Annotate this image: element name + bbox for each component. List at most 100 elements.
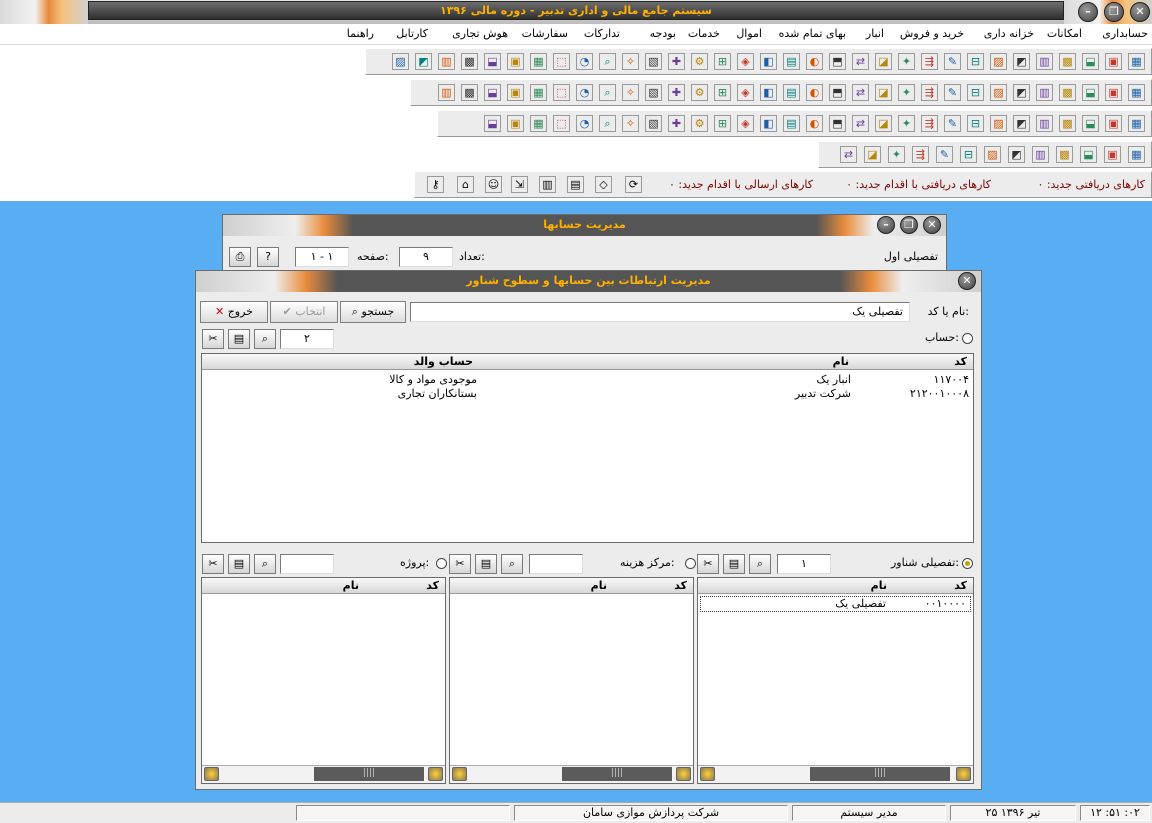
menu-cost-price[interactable]: بهای تمام شده bbox=[779, 27, 846, 40]
menu-budget[interactable]: بودجه bbox=[650, 27, 676, 40]
toolbar-icon[interactable]: ▨ bbox=[392, 53, 409, 70]
menu-treasury[interactable]: خزانه داری bbox=[984, 27, 1034, 40]
toolbar-icon[interactable]: ⇶ bbox=[921, 84, 938, 101]
toolbar-icon[interactable]: ✦ bbox=[898, 115, 915, 132]
toolbar-icon[interactable]: ▨ bbox=[990, 84, 1007, 101]
key-icon[interactable]: ⚷ bbox=[427, 176, 444, 193]
project-count-field[interactable] bbox=[280, 554, 334, 574]
help-icon[interactable]: ? bbox=[257, 247, 279, 267]
scroll-left-icon[interactable] bbox=[700, 767, 715, 781]
menu-procurement[interactable]: تدارکات bbox=[584, 27, 620, 40]
clear-icon[interactable]: ✂ bbox=[202, 554, 224, 574]
scroll-right-icon[interactable] bbox=[428, 767, 443, 781]
document-icon[interactable]: ▥ bbox=[539, 176, 556, 193]
account-count-field[interactable]: ۲ bbox=[280, 329, 334, 349]
col-code[interactable]: کد bbox=[674, 579, 687, 592]
print-icon[interactable]: ⎙ bbox=[229, 247, 251, 267]
toolbar-icon[interactable]: ⊞ bbox=[714, 84, 731, 101]
toolbar-icon[interactable]: ✧ bbox=[622, 84, 639, 101]
scroll-left-icon[interactable] bbox=[204, 767, 219, 781]
toolbar-icon[interactable]: ▣ bbox=[507, 84, 524, 101]
toolbar-icon[interactable]: ⚙ bbox=[691, 115, 708, 132]
scroll-thumb[interactable]: |||| bbox=[314, 767, 424, 781]
toolbar-icon[interactable]: ✧ bbox=[622, 115, 639, 132]
toolbar-icon[interactable]: ◈ bbox=[737, 115, 754, 132]
toolbar-icon[interactable]: ▦ bbox=[530, 115, 547, 132]
toolbar-icon[interactable]: ⇶ bbox=[912, 146, 929, 163]
toolbar-icon[interactable]: ▣ bbox=[507, 115, 524, 132]
scroll-thumb[interactable]: |||| bbox=[810, 767, 950, 781]
toolbar-icon[interactable]: ⬓ bbox=[1082, 115, 1099, 132]
toolbar-icon[interactable]: ▥ bbox=[1036, 84, 1053, 101]
list-icon[interactable]: ▤ bbox=[228, 554, 250, 574]
toolbar-icon[interactable]: ◐ bbox=[806, 84, 823, 101]
toolbar-icon[interactable]: ◩ bbox=[1013, 115, 1030, 132]
toolbar-icon[interactable]: ⊞ bbox=[714, 115, 731, 132]
col-parent[interactable]: حساب والد bbox=[414, 355, 473, 368]
toolbar-icon[interactable]: ⊞ bbox=[714, 53, 731, 70]
toolbar-icon[interactable]: ▦ bbox=[1128, 115, 1145, 132]
scroll-left-icon[interactable] bbox=[452, 767, 467, 781]
toolbar-icon[interactable]: ▥ bbox=[438, 84, 455, 101]
toolbar-icon[interactable]: ▩ bbox=[461, 53, 478, 70]
toolbar-icon[interactable]: ⌕ bbox=[599, 84, 616, 101]
clear-icon[interactable]: ✂ bbox=[202, 329, 224, 349]
toolbar-icon[interactable]: ▧ bbox=[645, 115, 662, 132]
toolbar-icon[interactable]: ⬒ bbox=[829, 115, 846, 132]
toolbar-icon[interactable]: ▦ bbox=[1128, 53, 1145, 70]
toolbar-icon[interactable]: ◧ bbox=[760, 84, 777, 101]
toolbar-icon[interactable]: ▥ bbox=[1032, 146, 1049, 163]
toolbar-icon[interactable]: ▩ bbox=[1059, 115, 1076, 132]
toolbar-icon[interactable]: ▥ bbox=[1036, 53, 1053, 70]
toolbar-icon[interactable]: ▩ bbox=[1056, 146, 1073, 163]
binoculars-icon[interactable]: ⌕ bbox=[254, 329, 276, 349]
toolbar-icon[interactable]: ◔ bbox=[576, 84, 593, 101]
account-radio[interactable] bbox=[962, 333, 973, 344]
toolbar-icon[interactable]: ▨ bbox=[990, 115, 1007, 132]
toolbar-icon[interactable]: ▩ bbox=[1059, 53, 1076, 70]
menu-purchase-sales[interactable]: خرید و فروش bbox=[900, 27, 964, 40]
name-or-code-input[interactable]: تفصیلی یک bbox=[410, 302, 910, 322]
toolbar-icon[interactable]: ✦ bbox=[898, 84, 915, 101]
toolbar-icon[interactable]: ✦ bbox=[898, 53, 915, 70]
menu-facilities[interactable]: امکانات bbox=[1047, 27, 1082, 40]
toolbar-icon[interactable]: ◈ bbox=[737, 53, 754, 70]
toolbar-icon[interactable]: ◐ bbox=[806, 115, 823, 132]
toolbar-icon[interactable]: ⬒ bbox=[829, 84, 846, 101]
toolbar-icon[interactable]: ▩ bbox=[1059, 84, 1076, 101]
toolbar-icon[interactable]: ⇄ bbox=[852, 84, 869, 101]
notif-received-action[interactable]: کارهای دریافتی با اقدام جدید: ۰ bbox=[846, 178, 991, 191]
horizontal-scrollbar[interactable]: |||| bbox=[450, 765, 693, 783]
list-icon[interactable]: ▤ bbox=[723, 554, 745, 574]
count-field[interactable]: ۹ bbox=[399, 247, 453, 267]
binoculars-icon[interactable]: ⌕ bbox=[501, 554, 523, 574]
house-gear-icon[interactable]: ⌂ bbox=[457, 176, 474, 193]
cost-center-count-field[interactable] bbox=[529, 554, 583, 574]
col-name[interactable]: نام bbox=[833, 355, 849, 368]
tags-icon[interactable]: ◇ bbox=[595, 176, 612, 193]
toolbar-icon[interactable]: ⬓ bbox=[1080, 146, 1097, 163]
toolbar-icon[interactable]: ⬚ bbox=[553, 84, 570, 101]
export-icon[interactable]: ⇲ bbox=[511, 176, 528, 193]
horizontal-scrollbar[interactable]: |||| bbox=[698, 765, 973, 783]
toolbar-icon[interactable]: ✎ bbox=[944, 84, 961, 101]
toolbar-icon[interactable]: ⬒ bbox=[829, 53, 846, 70]
toolbar-icon[interactable]: ✦ bbox=[888, 146, 905, 163]
toolbar-icon[interactable]: ◔ bbox=[576, 53, 593, 70]
menu-orders[interactable]: سفارشات bbox=[522, 27, 568, 40]
toolbar-icon[interactable]: ▨ bbox=[984, 146, 1001, 163]
toolbar-icon[interactable]: ⊟ bbox=[960, 146, 977, 163]
toolbar-icon[interactable]: ✧ bbox=[622, 53, 639, 70]
cost-center-radio[interactable] bbox=[685, 558, 696, 569]
toolbar-icon[interactable]: ▦ bbox=[530, 53, 547, 70]
col-code[interactable]: کد bbox=[954, 579, 967, 592]
menu-accounting[interactable]: حسابداری bbox=[1102, 27, 1148, 40]
floating-detail-count-field[interactable]: ۱ bbox=[777, 554, 831, 574]
toolbar-icon[interactable]: ▧ bbox=[645, 84, 662, 101]
minimize-icon[interactable]: – bbox=[1078, 2, 1098, 22]
toolbar-icon[interactable]: ▩ bbox=[461, 84, 478, 101]
toolbar-icon[interactable]: ▦ bbox=[1128, 84, 1145, 101]
account-grid[interactable]: کد نام حساب والد ۱۱۷۰۰۴ انبار یک موجودی … bbox=[201, 353, 974, 543]
menu-business-intelligence[interactable]: هوش تجاری bbox=[452, 27, 508, 40]
toolbar-icon[interactable]: ✎ bbox=[936, 146, 953, 163]
